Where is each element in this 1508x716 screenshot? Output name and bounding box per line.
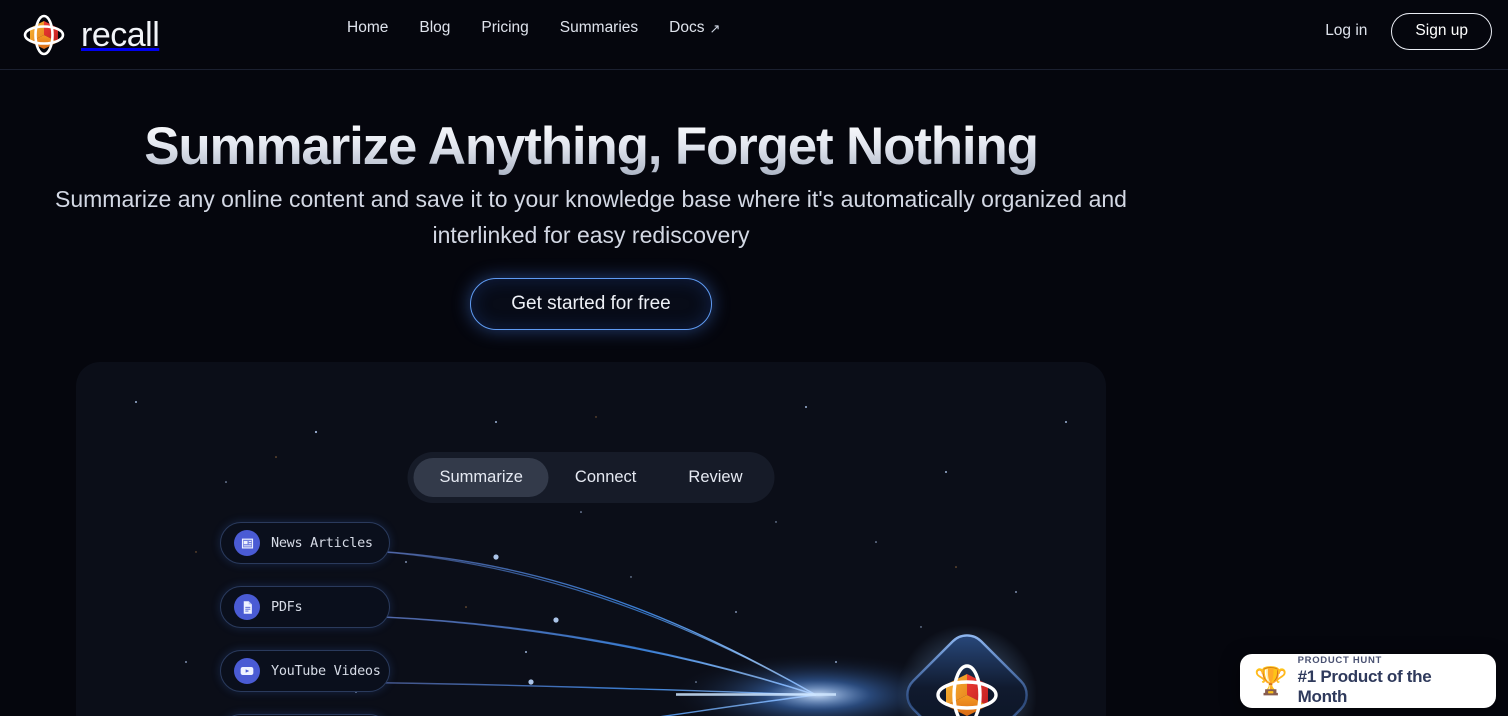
page-title: Summarize Anything, Forget Nothing	[0, 118, 1182, 175]
hero-section: Summarize Anything, Forget Nothing Summa…	[0, 70, 1508, 716]
product-hunt-title: #1 Product of the Month	[1297, 667, 1432, 706]
nav-label: Home	[347, 19, 389, 36]
nav-label: Pricing	[481, 19, 529, 36]
site-header: recall Home Blog Pricing Summaries Docs …	[0, 0, 1508, 70]
demo-panel: Summarize Connect Review News Articles P…	[76, 362, 1106, 716]
login-button[interactable]: Log in	[1325, 22, 1367, 40]
source-label: PDFs	[271, 599, 303, 615]
recall-core-node-icon	[897, 625, 1037, 716]
source-item-news-articles[interactable]: News Articles	[220, 522, 390, 564]
play-button-icon	[234, 658, 260, 684]
external-link-icon: ↗	[709, 20, 721, 36]
demo-tabs: Summarize Connect Review	[407, 452, 775, 503]
main-navigation: Home Blog Pricing Summaries Docs ↗	[347, 19, 720, 37]
tab-summarize[interactable]: Summarize	[413, 458, 549, 497]
product-hunt-kicker: PRODUCT HUNT	[1297, 655, 1383, 666]
nav-item-home[interactable]: Home	[347, 19, 388, 37]
source-label: YouTube Videos	[271, 663, 381, 679]
nav-item-pricing[interactable]: Pricing	[481, 19, 528, 37]
auth-actions: Log in Sign up	[1325, 13, 1492, 50]
nav-label: Summaries	[559, 19, 639, 36]
nav-label: Docs	[669, 19, 705, 36]
get-started-button[interactable]: Get started for free	[470, 278, 712, 330]
source-item-youtube-videos[interactable]: YouTube Videos	[220, 650, 390, 692]
nav-item-blog[interactable]: Blog	[419, 19, 450, 37]
hero-subheading: Summarize any online content and save it…	[55, 186, 1127, 248]
trophy-icon: 🏆	[1254, 665, 1288, 696]
product-hunt-badge[interactable]: 🏆 PRODUCT HUNT #1 Product of the Month	[1240, 654, 1496, 708]
nav-item-docs[interactable]: Docs ↗	[669, 19, 720, 37]
signup-button[interactable]: Sign up	[1391, 13, 1492, 50]
hero-cta-container: Get started for free	[0, 278, 1182, 330]
source-label: News Articles	[271, 535, 373, 551]
tab-review[interactable]: Review	[662, 458, 768, 497]
source-list: News Articles PDFs YouTube Videos	[220, 522, 390, 716]
newspaper-icon	[234, 530, 260, 556]
document-icon	[234, 594, 260, 620]
source-item-pdfs[interactable]: PDFs	[220, 586, 390, 628]
recall-orbital-cube-logo-icon	[23, 14, 65, 56]
tab-connect[interactable]: Connect	[549, 458, 662, 497]
product-hunt-text: PRODUCT HUNT #1 Product of the Month	[1298, 655, 1482, 707]
nav-item-summaries[interactable]: Summaries	[560, 19, 638, 37]
brand-logo-link[interactable]: recall	[16, 7, 160, 63]
nav-label: Blog	[419, 19, 451, 36]
brand-name: recall	[81, 16, 160, 54]
